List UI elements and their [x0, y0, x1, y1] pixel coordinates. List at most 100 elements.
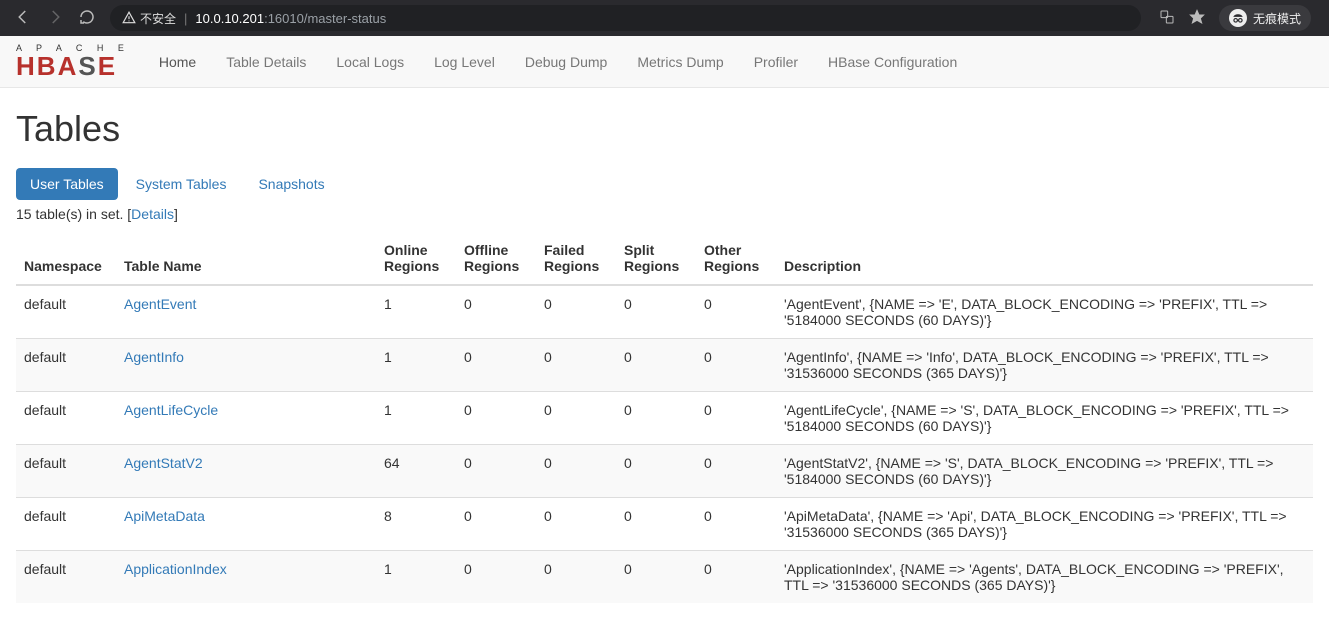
- nav-item-local-logs[interactable]: Local Logs: [321, 39, 419, 85]
- cell: 0: [616, 445, 696, 498]
- cell: 0: [696, 392, 776, 445]
- incognito-label: 无痕模式: [1253, 10, 1301, 27]
- cell: 0: [616, 551, 696, 604]
- cell: 0: [696, 339, 776, 392]
- column-header: SplitRegions: [616, 232, 696, 285]
- nav-link[interactable]: Local Logs: [336, 54, 404, 70]
- browser-toolbar: 不安全 | 10.0.10.201:16010/master-status 无痕…: [0, 0, 1329, 36]
- table-row: defaultAgentEvent10000'AgentEvent', {NAM…: [16, 285, 1313, 339]
- column-header: OfflineRegions: [456, 232, 536, 285]
- insecure-warning: 不安全: [122, 10, 176, 27]
- cell: 1: [376, 339, 456, 392]
- details-link[interactable]: Details: [131, 206, 174, 222]
- nav-item-hbase-configuration[interactable]: HBase Configuration: [813, 39, 972, 85]
- tab-link[interactable]: System Tables: [136, 176, 227, 192]
- page-container: Tables User Tables System Tables Snapshots…: [0, 88, 1329, 613]
- cell: 0: [696, 498, 776, 551]
- table-row: defaultAgentLifeCycle10000'AgentLifeCycl…: [16, 392, 1313, 445]
- table-row: defaultApiMetaData80000'ApiMetaData', {N…: [16, 498, 1313, 551]
- forward-icon[interactable]: [46, 8, 64, 29]
- translate-icon[interactable]: [1159, 9, 1175, 28]
- nav-link[interactable]: Debug Dump: [525, 54, 608, 70]
- nav-links: Home Table Details Local Logs Log Level Debu…: [144, 39, 972, 85]
- cell: 0: [456, 339, 536, 392]
- set-summary-prefix: 15 table(s) in set. [: [16, 206, 131, 222]
- cell: default: [16, 498, 116, 551]
- nav-item-home[interactable]: Home: [144, 39, 211, 85]
- cell: AgentInfo: [116, 339, 376, 392]
- cell: 0: [456, 285, 536, 339]
- navbar: A P A C H E HBASE Home Table Details Local…: [0, 36, 1329, 88]
- tab-user-tables[interactable]: User Tables: [16, 168, 118, 200]
- table-row: defaultAgentStatV2640000'AgentStatV2', {…: [16, 445, 1313, 498]
- cell: 0: [536, 392, 616, 445]
- nav-item-log-level[interactable]: Log Level: [419, 39, 510, 85]
- cell: 8: [376, 498, 456, 551]
- cell: 0: [456, 392, 536, 445]
- tab-link[interactable]: Snapshots: [258, 176, 324, 192]
- table-name-link[interactable]: ApiMetaData: [124, 508, 205, 524]
- column-header: Table Name: [116, 232, 376, 285]
- cell: default: [16, 285, 116, 339]
- url-bar[interactable]: 不安全 | 10.0.10.201:16010/master-status: [110, 5, 1141, 31]
- table-row: defaultApplicationIndex10000'Application…: [16, 551, 1313, 604]
- cell: 0: [456, 498, 536, 551]
- star-icon[interactable]: [1189, 9, 1205, 28]
- cell: ApplicationIndex: [116, 551, 376, 604]
- incognito-badge[interactable]: 无痕模式: [1219, 5, 1311, 31]
- nav-item-profiler[interactable]: Profiler: [739, 39, 813, 85]
- table-name-link[interactable]: AgentInfo: [124, 349, 184, 365]
- cell: 0: [456, 551, 536, 604]
- set-summary-suffix: ]: [174, 206, 178, 222]
- nav-link[interactable]: Home: [159, 54, 196, 70]
- cell: AgentLifeCycle: [116, 392, 376, 445]
- table-row: defaultAgentInfo10000'AgentInfo', {NAME …: [16, 339, 1313, 392]
- cell: 0: [696, 445, 776, 498]
- tables-table: NamespaceTable NameOnlineRegionsOfflineR…: [16, 232, 1313, 603]
- reload-icon[interactable]: [78, 8, 96, 29]
- cell: 0: [696, 285, 776, 339]
- nav-link[interactable]: Profiler: [754, 54, 798, 70]
- cell: 'AgentInfo', {NAME => 'Info', DATA_BLOCK…: [776, 339, 1313, 392]
- table-header-row: NamespaceTable NameOnlineRegionsOfflineR…: [16, 232, 1313, 285]
- cell: 'AgentLifeCycle', {NAME => 'S', DATA_BLO…: [776, 392, 1313, 445]
- cell: 0: [616, 498, 696, 551]
- cell: 0: [616, 339, 696, 392]
- url-divider: |: [184, 11, 187, 26]
- brand-logo[interactable]: A P A C H E HBASE: [16, 44, 130, 79]
- column-header: Namespace: [16, 232, 116, 285]
- nav-link[interactable]: HBase Configuration: [828, 54, 957, 70]
- cell: 64: [376, 445, 456, 498]
- table-name-link[interactable]: ApplicationIndex: [124, 561, 227, 577]
- nav-item-metrics-dump[interactable]: Metrics Dump: [622, 39, 738, 85]
- cell: 0: [536, 445, 616, 498]
- cell: 0: [616, 285, 696, 339]
- back-icon[interactable]: [14, 8, 32, 29]
- cell: 'ApplicationIndex', {NAME => 'Agents', D…: [776, 551, 1313, 604]
- cell: 0: [536, 498, 616, 551]
- cell: default: [16, 392, 116, 445]
- tab-system-tables[interactable]: System Tables: [122, 168, 241, 200]
- logo-main-text: HBASE: [16, 53, 130, 79]
- table-name-link[interactable]: AgentLifeCycle: [124, 402, 218, 418]
- cell: 1: [376, 551, 456, 604]
- tab-snapshots[interactable]: Snapshots: [244, 168, 338, 200]
- nav-link[interactable]: Metrics Dump: [637, 54, 723, 70]
- table-name-link[interactable]: AgentEvent: [124, 296, 196, 312]
- nav-item-debug-dump[interactable]: Debug Dump: [510, 39, 623, 85]
- cell: default: [16, 551, 116, 604]
- table-name-link[interactable]: AgentStatV2: [124, 455, 203, 471]
- browser-right-icons: 无痕模式: [1149, 5, 1321, 31]
- cell: default: [16, 339, 116, 392]
- cell: 0: [536, 551, 616, 604]
- nav-item-table-details[interactable]: Table Details: [211, 39, 321, 85]
- browser-nav-icons: [8, 8, 102, 29]
- page-title: Tables: [16, 108, 1313, 150]
- url-host: 10.0.10.201: [195, 11, 264, 26]
- cell: 'AgentEvent', {NAME => 'E', DATA_BLOCK_E…: [776, 285, 1313, 339]
- column-header: OnlineRegions: [376, 232, 456, 285]
- column-header: Description: [776, 232, 1313, 285]
- url-path: :16010/master-status: [264, 11, 386, 26]
- nav-link[interactable]: Table Details: [226, 54, 306, 70]
- nav-link[interactable]: Log Level: [434, 54, 495, 70]
